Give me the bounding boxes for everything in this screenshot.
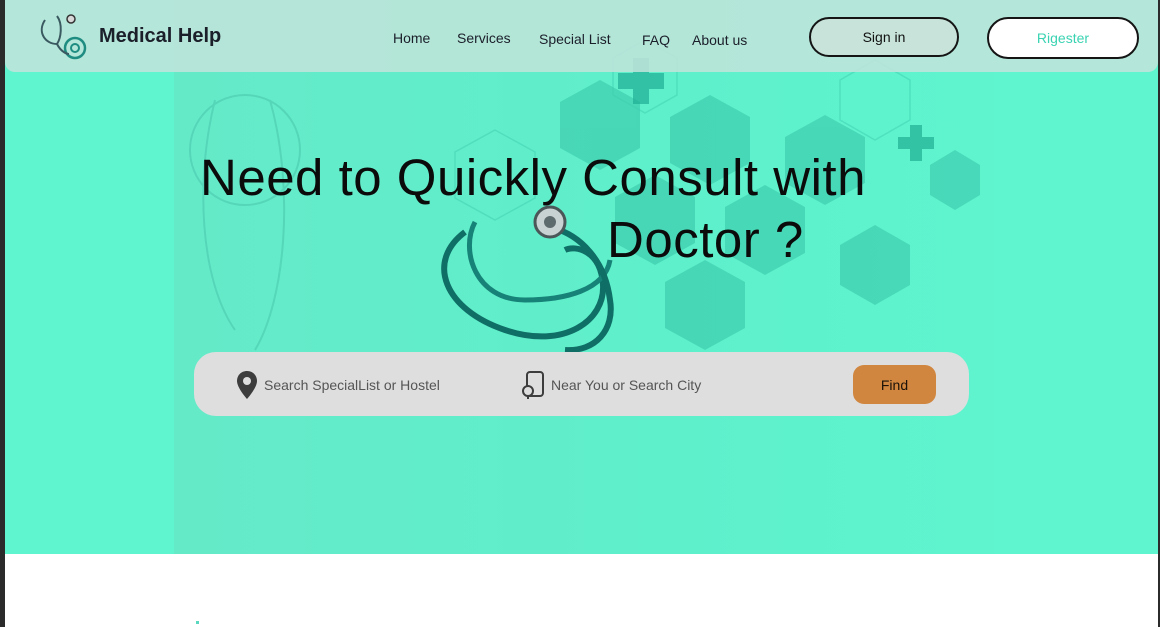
nav-link-faq[interactable]: FAQ — [642, 32, 670, 48]
stethoscope-illustration — [441, 205, 614, 354]
hero-headline-line2: Doctor ? — [607, 211, 804, 268]
brand[interactable]: Medical Help — [35, 10, 221, 62]
nav-link-special-list[interactable]: Special List — [539, 31, 611, 47]
content-marker — [196, 621, 199, 624]
top-navbar: Medical Help Home Services Special List … — [5, 0, 1158, 72]
register-button[interactable]: Rigester — [987, 17, 1139, 59]
nav-link-about-us[interactable]: About us — [692, 32, 747, 48]
nav-link-home[interactable]: Home — [393, 30, 430, 46]
hero-section: Medical Help Home Services Special List … — [5, 0, 1158, 554]
specialist-search-input[interactable] — [264, 377, 484, 393]
page-frame: Medical Help Home Services Special List … — [5, 0, 1158, 627]
map-icon — [522, 371, 544, 399]
sign-in-button[interactable]: Sign in — [809, 17, 959, 57]
find-button[interactable]: Find — [853, 365, 936, 404]
hero-headline-line1: Need to Quickly Consult with — [200, 149, 866, 206]
specialist-search-field[interactable] — [236, 370, 484, 400]
nav-link-services[interactable]: Services — [457, 30, 511, 46]
search-bar: Find — [194, 352, 969, 416]
city-search-field[interactable] — [521, 370, 771, 400]
hero-medical-illustration — [189, 39, 980, 354]
brand-name: Medical Help — [99, 24, 222, 47]
stethoscope-icon — [40, 14, 87, 60]
location-pin-icon — [237, 371, 257, 399]
city-search-input[interactable] — [551, 377, 771, 393]
